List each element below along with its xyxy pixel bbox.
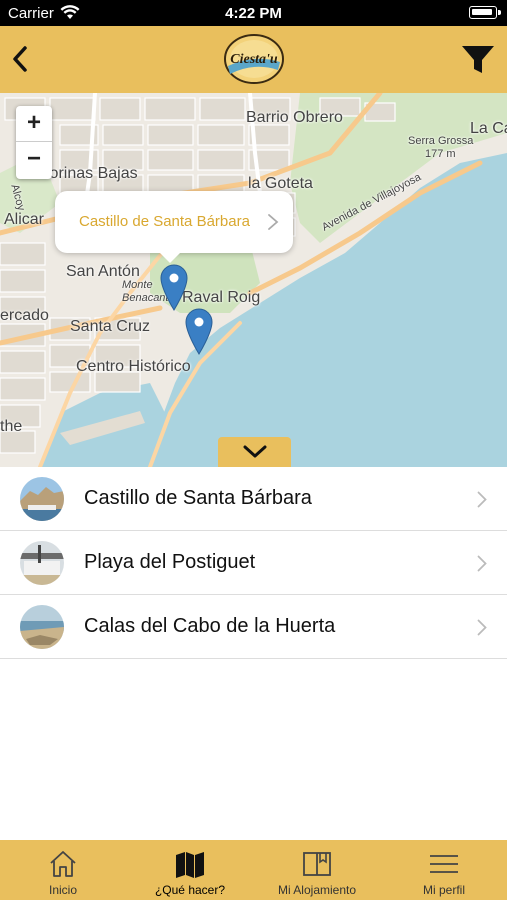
map-view[interactable]: Barrio Obrero La Ca Serra Grossa 177 m l…: [0, 93, 507, 467]
tab-label: Inicio: [48, 883, 77, 897]
place-thumbnail: [20, 541, 64, 585]
battery-icon: [469, 6, 497, 19]
chevron-down-icon: [243, 445, 267, 458]
zoom-control: + −: [16, 106, 52, 179]
book-icon: [303, 852, 331, 876]
map-icon: [176, 852, 204, 878]
map-popup[interactable]: Castillo de Santa Bárbara: [55, 191, 293, 263]
map-label-raval-roig: Raval Roig: [182, 289, 261, 306]
tab-mi-perfil[interactable]: Mi perfil: [381, 840, 507, 900]
chevron-right-icon: [268, 214, 279, 230]
home-icon: [50, 851, 76, 877]
map-label-alicante: Alicar: [4, 211, 45, 228]
map-label-barrio-obrero: Barrio Obrero: [246, 109, 343, 126]
map-label-the: the: [0, 418, 23, 435]
back-button[interactable]: [6, 42, 34, 76]
zoom-in-button[interactable]: +: [16, 106, 52, 142]
map-pin-castillo[interactable]: [159, 263, 189, 311]
list-item[interactable]: Castillo de Santa Bárbara: [0, 467, 507, 531]
chevron-right-icon: [477, 555, 487, 572]
status-bar: Carrier 4:22 PM: [0, 0, 507, 26]
app-logo: Ciesta'u: [224, 34, 284, 84]
chevron-right-icon: [477, 491, 487, 508]
tab-bar: Inicio ¿Qué hacer? Mi Alojamiento Mi per…: [0, 840, 507, 900]
filter-button[interactable]: [461, 44, 495, 76]
tab-label: Mi Alojamiento: [277, 883, 357, 897]
tab-mi-alojamiento[interactable]: Mi Alojamiento: [254, 840, 380, 900]
navigation-bar: Ciesta'u: [0, 26, 507, 93]
places-list: Castillo de Santa Bárbara Playa del Post…: [0, 467, 507, 659]
tab-que-hacer[interactable]: ¿Qué hacer?: [127, 840, 253, 900]
tab-inicio[interactable]: Inicio: [0, 840, 126, 900]
menu-icon: [430, 855, 458, 873]
map-label-centro-historico: Centro Histórico: [76, 358, 191, 375]
clock: 4:22 PM: [225, 5, 282, 22]
map-label-elevation: 177 m: [425, 148, 456, 160]
place-name: Calas del Cabo de la Huerta: [84, 615, 336, 637]
place-name: Castillo de Santa Bárbara: [84, 487, 312, 509]
collapse-map-button[interactable]: [218, 437, 291, 467]
place-thumbnail: [20, 605, 64, 649]
tab-label: ¿Qué hacer?: [154, 883, 226, 897]
map-label-la-ca: La Ca: [470, 120, 507, 137]
map-label-serra-grossa: Serra Grossa: [408, 135, 474, 147]
chevron-right-icon: [477, 619, 487, 636]
map-pin-postiguet[interactable]: [184, 307, 214, 355]
list-item[interactable]: Playa del Postiguet: [0, 531, 507, 595]
zoom-out-button[interactable]: −: [16, 142, 52, 178]
place-name: Playa del Postiguet: [84, 551, 256, 573]
list-item[interactable]: Calas del Cabo de la Huerta: [0, 595, 507, 659]
map-label-mercado: ercado: [0, 307, 49, 324]
popup-title: Castillo de Santa Bárbara: [79, 213, 250, 230]
map-label-santa-cruz: Santa Cruz: [70, 318, 151, 335]
map-label-florinas-bajas: lorinas Bajas: [46, 165, 138, 182]
tab-label: Mi perfil: [422, 883, 465, 897]
battery-tip: [498, 10, 501, 15]
logo-text: Ciesta'u: [230, 52, 278, 67]
place-thumbnail: [20, 477, 64, 521]
